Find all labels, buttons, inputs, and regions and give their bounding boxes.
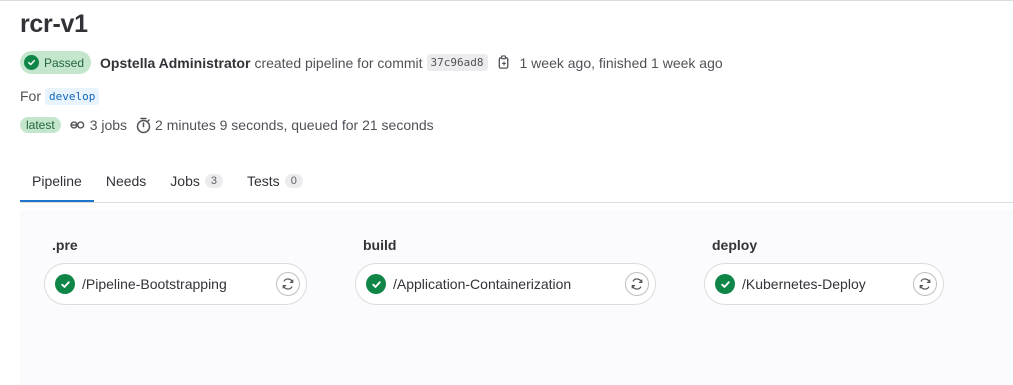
pipeline-time: 1 week ago, finished 1 week ago	[519, 54, 723, 71]
job-name: /Application-Containerization	[393, 276, 572, 292]
status-badge[interactable]: Passed	[20, 51, 92, 74]
retry-icon[interactable]	[276, 272, 300, 296]
action-text: created pipeline for commit	[254, 54, 423, 71]
duration-text: 2 minutes 9 seconds, queued for 21 secon…	[155, 117, 434, 133]
latest-badge: latest	[20, 117, 61, 133]
tab-pipeline[interactable]: Pipeline	[20, 160, 94, 202]
tab-tests[interactable]: Tests 0	[235, 160, 315, 202]
tab-needs-label: Needs	[105, 173, 147, 189]
pipeline-summary: Passed Opstella Administrator created pi…	[20, 51, 723, 74]
status-badge-label: Passed	[44, 55, 85, 70]
author-link[interactable]: Opstella Administrator	[100, 55, 250, 71]
job-kubernetes-deploy[interactable]: /Kubernetes-Deploy	[704, 263, 944, 305]
timer-icon	[136, 117, 151, 134]
tab-needs[interactable]: Needs	[94, 160, 158, 202]
pipeline-link-icon	[70, 119, 86, 131]
tab-pipeline-label: Pipeline	[32, 173, 82, 189]
tab-jobs-count: 3	[204, 174, 223, 188]
retry-icon[interactable]	[625, 272, 649, 296]
retry-icon[interactable]	[913, 272, 937, 296]
stage-title-pre: .pre	[52, 237, 78, 253]
pipeline-meta: latest 3 jobs 2 minutes 9 seconds, queue…	[20, 115, 434, 135]
pipeline-tabs: Pipeline Needs Jobs 3 Tests 0	[20, 160, 1013, 203]
commit-sha-link[interactable]: 37c96ad8	[426, 54, 488, 71]
tab-tests-count: 0	[284, 174, 303, 188]
status-success-icon	[55, 274, 75, 294]
jobs-count: 3 jobs	[89, 117, 128, 133]
check-circle-icon	[24, 55, 39, 70]
status-success-icon	[366, 274, 386, 294]
job-application-containerization[interactable]: /Application-Containerization	[355, 263, 656, 305]
branch-prefix: For	[20, 88, 41, 104]
top-border	[0, 0, 1013, 1]
tab-jobs[interactable]: Jobs 3	[158, 160, 235, 202]
job-name: /Kubernetes-Deploy	[742, 276, 866, 292]
branch-info: For develop	[20, 86, 100, 106]
page-title: rcr-v1	[20, 10, 88, 38]
branch-link[interactable]: develop	[45, 87, 100, 105]
stage-title-build: build	[363, 237, 397, 253]
tab-tests-label: Tests	[247, 173, 280, 189]
tab-jobs-label: Jobs	[170, 173, 200, 189]
status-success-icon	[715, 274, 735, 294]
job-name: /Pipeline-Bootstrapping	[82, 276, 227, 292]
pipeline-graph: .pre /Pipeline-Bootstrapping build /Appl…	[20, 210, 1013, 385]
copy-icon[interactable]	[497, 55, 511, 70]
stage-title-deploy: deploy	[712, 237, 758, 253]
job-pipeline-bootstrapping[interactable]: /Pipeline-Bootstrapping	[44, 263, 307, 305]
